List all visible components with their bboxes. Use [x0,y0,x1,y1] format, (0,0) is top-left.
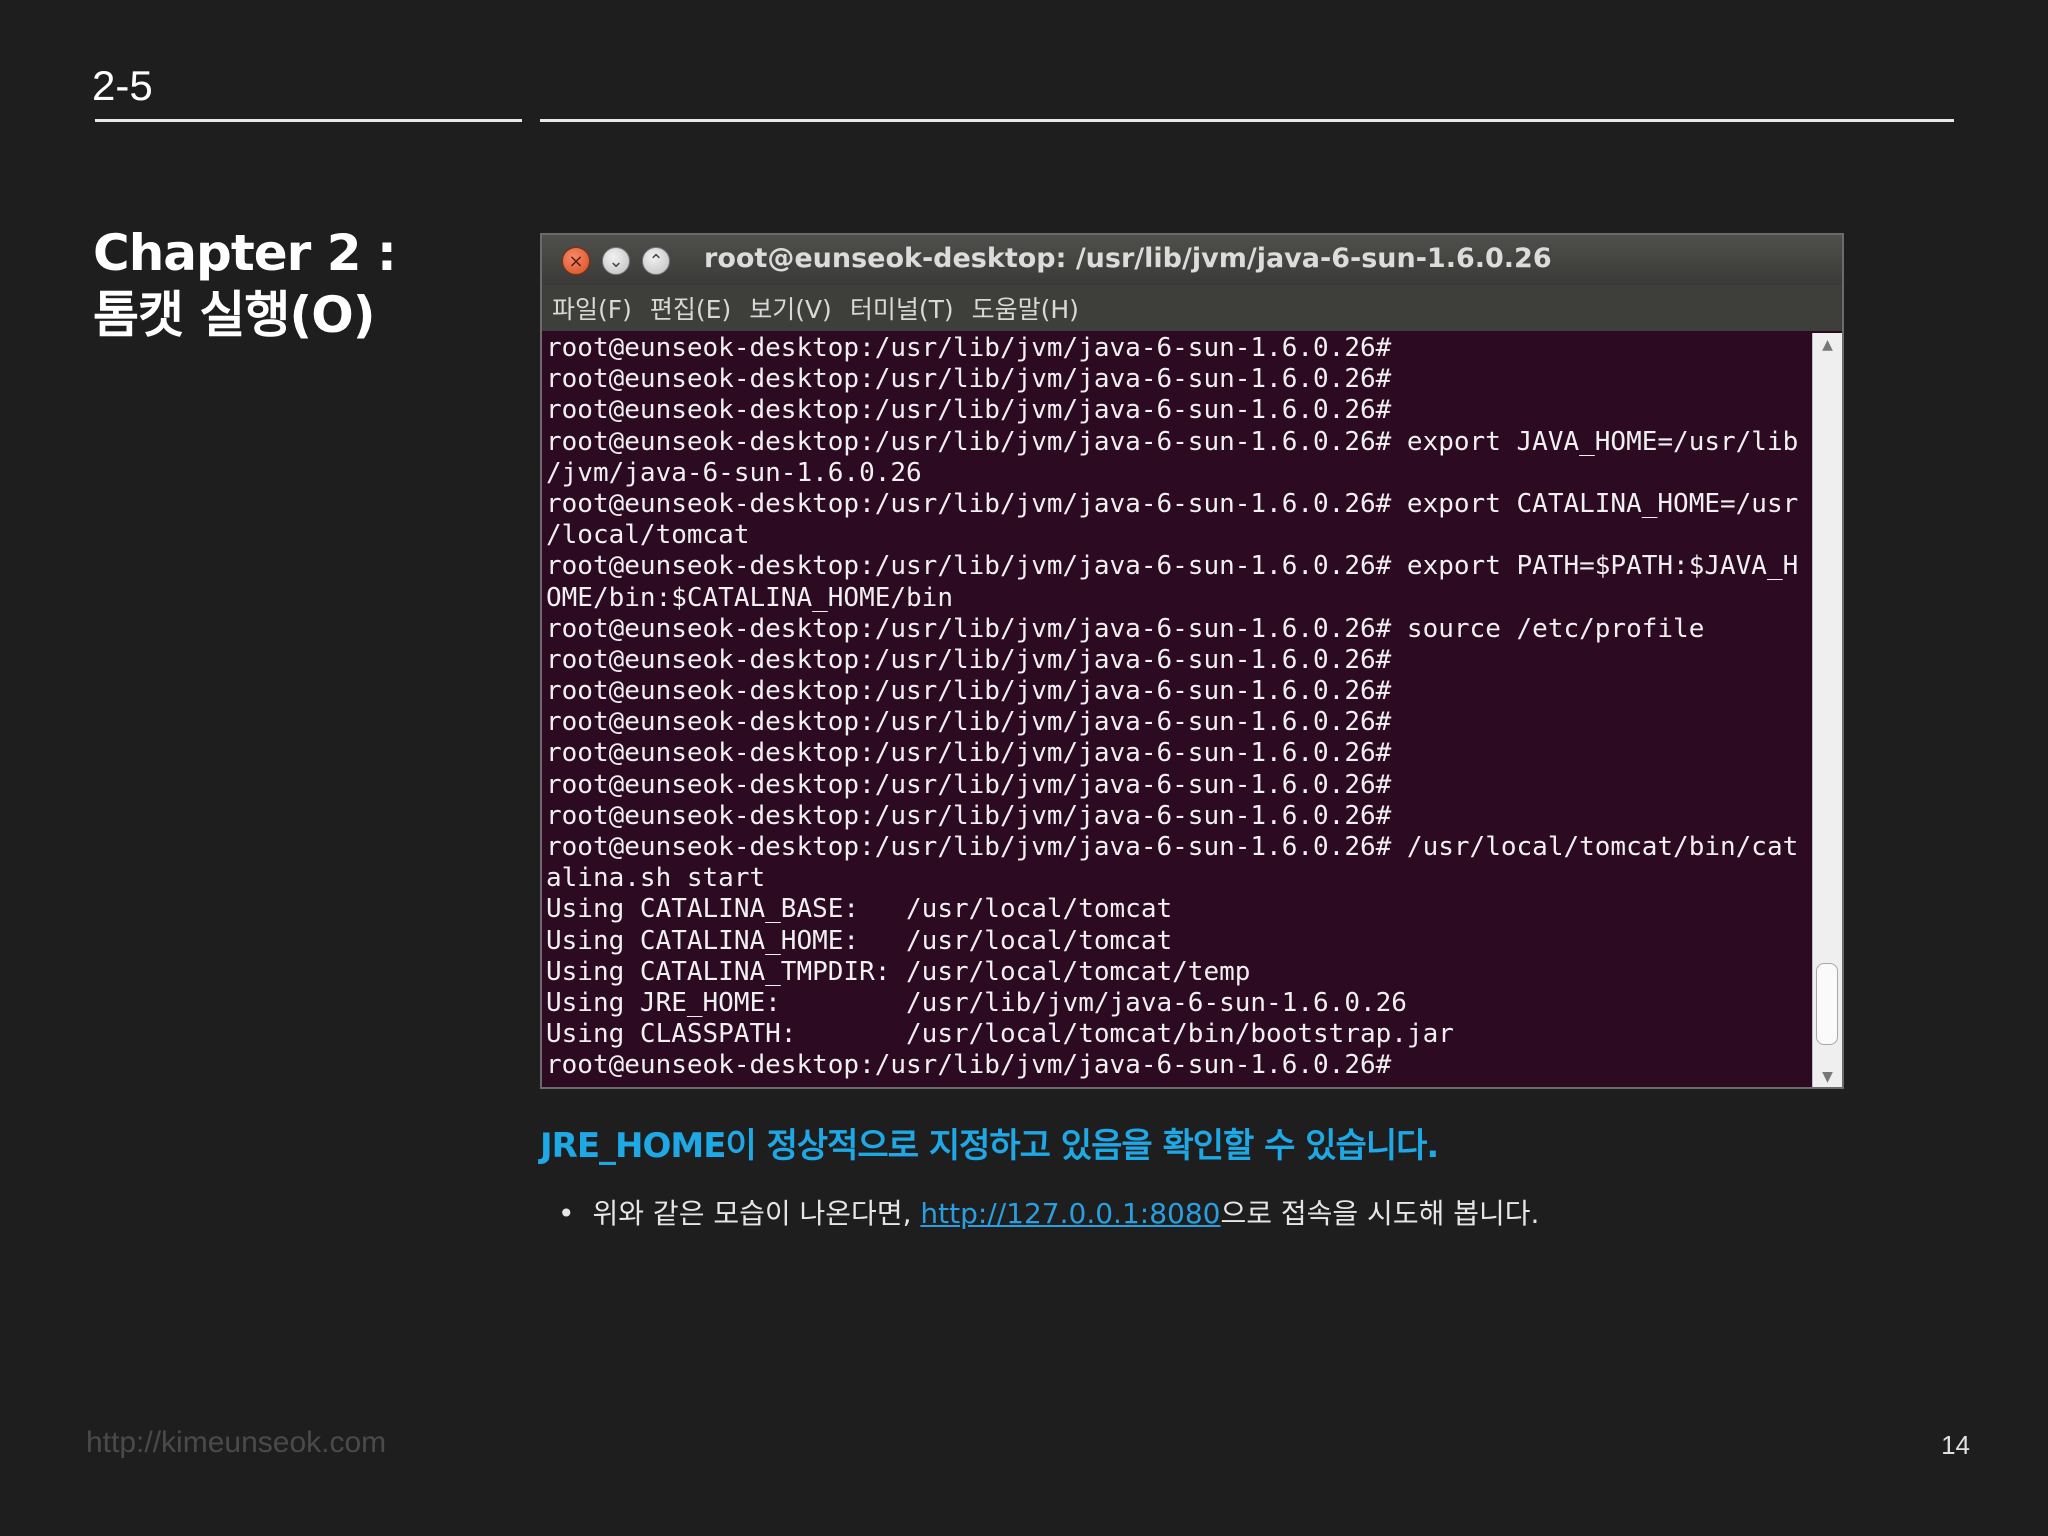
bullet-suffix: 으로 접속을 시도해 봅니다. [1220,1197,1540,1230]
menu-edit[interactable]: 편집(E) [650,290,731,326]
scroll-thumb[interactable] [1816,963,1838,1045]
terminal-scrollbar[interactable]: ▲ ▼ [1812,333,1842,1087]
terminal-line: root@eunseok-desktop:/usr/lib/jvm/java-6… [546,426,1799,457]
terminal-line: /jvm/java-6-sun-1.6.0.26 [546,457,922,488]
terminal-line: root@eunseok-desktop:/usr/lib/jvm/java-6… [546,800,1392,831]
terminal-line: Using CATALINA_TMPDIR: /usr/local/tomcat… [546,956,1251,987]
bullet-icon: • [558,1197,575,1230]
scroll-up-icon[interactable]: ▲ [1813,337,1842,353]
maximize-icon[interactable]: ⌃ [642,247,670,275]
terminal-line: root@eunseok-desktop:/usr/lib/jvm/java-6… [546,613,1705,644]
window-title: root@eunseok-desktop: /usr/lib/jvm/java-… [704,243,1552,274]
terminal-line: root@eunseok-desktop:/usr/lib/jvm/java-6… [546,707,1392,738]
menu-terminal[interactable]: 터미널(T) [850,290,954,326]
menu-view[interactable]: 보기(V) [749,290,832,326]
terminal-menubar: 파일(F) 편집(E) 보기(V) 터미널(T) 도움말(H) [542,285,1842,331]
terminal-line: Using CLASSPATH: /usr/local/tomcat/bin/b… [546,1019,1454,1050]
terminal-line: OME/bin:$CATALINA_HOME/bin [546,582,953,613]
scroll-down-icon[interactable]: ▼ [1813,1069,1842,1085]
terminal-line: root@eunseok-desktop:/usr/lib/jvm/java-6… [546,551,1799,582]
highlight-caption: JRE_HOME이 정상적으로 지정하고 있음을 확인할 수 있습니다. [540,1126,1439,1166]
chapter-title-line1: Chapter 2 : [93,224,397,282]
chapter-title-line2: 톰캣 실행(O) [93,286,376,344]
terminal-titlebar[interactable]: × ⌄ ⌃ root@eunseok-desktop: /usr/lib/jvm… [542,235,1842,285]
menu-file[interactable]: 파일(F) [552,290,632,326]
localhost-link[interactable]: http://127.0.0.1:8080 [920,1197,1220,1230]
terminal-line: root@eunseok-desktop:/usr/lib/jvm/java-6… [546,395,1392,426]
terminal-line: Using JRE_HOME: /usr/lib/jvm/java-6-sun-… [546,987,1407,1018]
close-icon[interactable]: × [562,247,590,275]
terminal-line: root@eunseok-desktop:/usr/lib/jvm/java-6… [546,488,1799,519]
terminal-line: Using CATALINA_BASE: /usr/local/tomcat [546,894,1173,925]
terminal-line: Using CATALINA_HOME: /usr/local/tomcat [546,925,1173,956]
minimize-icon[interactable]: ⌄ [602,247,630,275]
terminal-output[interactable]: root@eunseok-desktop:/usr/lib/jvm/java-6… [546,333,1814,1087]
header-rule-left [95,119,522,122]
terminal-window[interactable]: × ⌄ ⌃ root@eunseok-desktop: /usr/lib/jvm… [540,233,1844,1089]
terminal-line: root@eunseok-desktop:/usr/lib/jvm/java-6… [546,333,1392,363]
page-number: 14 [1941,1430,1970,1460]
chapter-title: Chapter 2 : 톰캣 실행(O) [93,222,397,346]
terminal-line: alina.sh start [546,863,766,894]
terminal-line: root@eunseok-desktop:/usr/lib/jvm/java-6… [546,738,1392,769]
footer-url: http://kimeunseok.com [86,1426,387,1459]
bullet-prefix: 위와 같은 모습이 나온다면, [592,1197,921,1230]
terminal-line: /local/tomcat [546,520,750,551]
bullet-item: • 위와 같은 모습이 나온다면, http://127.0.0.1:8080으로… [558,1192,1539,1232]
terminal-line: root@eunseok-desktop:/usr/lib/jvm/java-6… [546,644,1392,675]
terminal-line: root@eunseok-desktop:/usr/lib/jvm/java-6… [546,676,1392,707]
terminal-line: root@eunseok-desktop:/usr/lib/jvm/java-6… [546,364,1392,395]
terminal-line: root@eunseok-desktop:/usr/lib/jvm/java-6… [546,1050,1392,1081]
terminal-line: root@eunseok-desktop:/usr/lib/jvm/java-6… [546,832,1799,862]
menu-help[interactable]: 도움말(H) [972,290,1079,326]
section-number: 2-5 [92,62,153,109]
header-rule-right [540,119,1954,122]
terminal-line: root@eunseok-desktop:/usr/lib/jvm/java-6… [546,769,1392,800]
